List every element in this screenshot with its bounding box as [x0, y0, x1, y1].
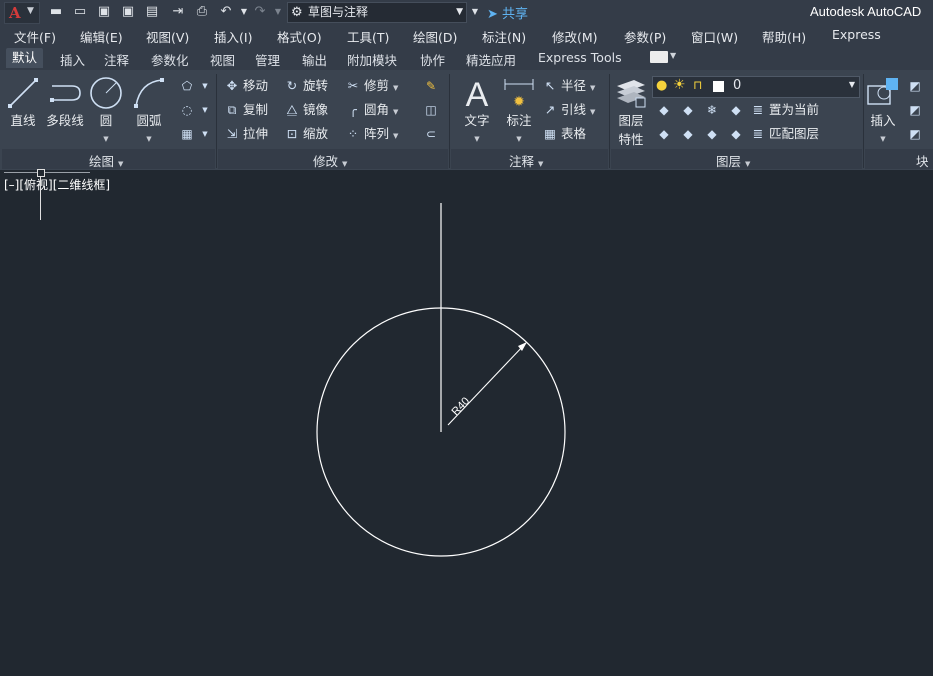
radius-dimension-text[interactable]: R40	[450, 395, 473, 418]
drawing-canvas: R40	[316, 203, 566, 557]
